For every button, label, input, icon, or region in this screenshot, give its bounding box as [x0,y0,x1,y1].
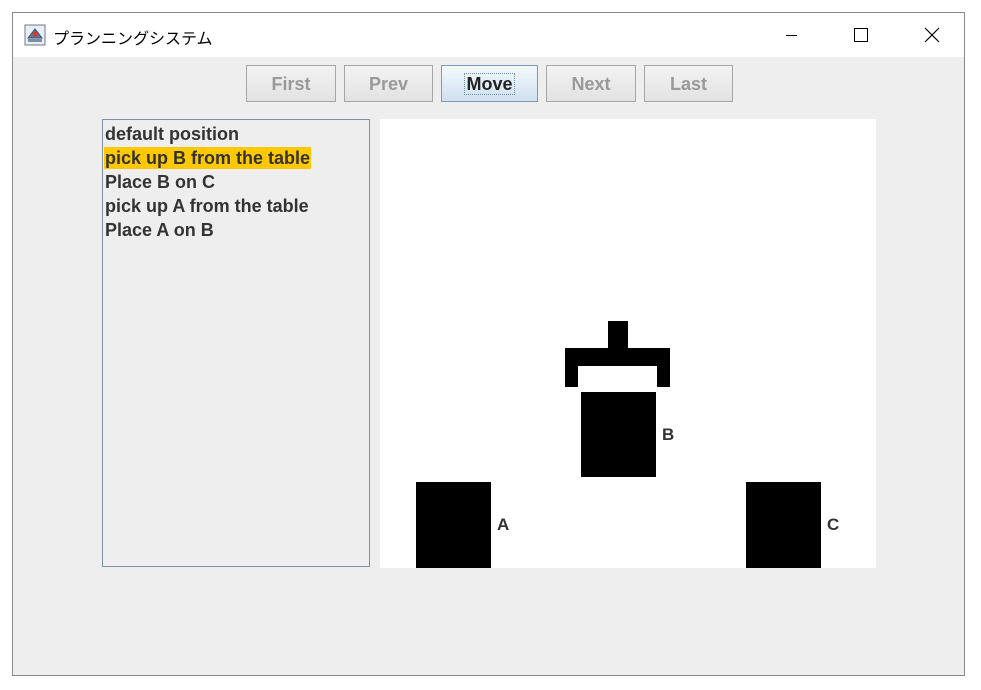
block-c [746,482,821,568]
move-button[interactable]: Move [441,65,538,102]
block-c-label: C [827,515,840,534]
minimize-button[interactable] [768,13,814,57]
gripper-left-finger [565,365,578,387]
block-b-label: B [662,425,675,444]
gripper-right-finger [657,365,670,387]
gripper-arm [608,321,628,349]
move-button-label: Move [464,73,515,95]
block-a [416,482,491,568]
list-item-default-position[interactable]: default position [104,123,240,145]
last-button[interactable]: Last [644,65,733,102]
minimize-icon [786,35,797,36]
close-icon [924,27,940,43]
app-window: プランニングシステム First Prev Move Next Last def… [12,12,965,676]
maximize-icon [854,28,868,42]
maximize-button[interactable] [836,13,882,57]
title-bar[interactable]: プランニングシステム [13,13,964,57]
window-title: プランニングシステム [53,29,213,48]
list-item-pick-up-a[interactable]: pick up A from the table [104,195,310,217]
block-a-label: A [497,515,510,534]
steps-list[interactable]: default position pick up B from the tabl… [102,119,370,567]
prev-button[interactable]: Prev [344,65,433,102]
scene-canvas: B A C [380,119,876,568]
first-button[interactable]: First [246,65,336,102]
list-item-pick-up-b[interactable]: pick up B from the table [104,147,312,169]
close-button[interactable] [908,13,954,57]
java-cup-icon[interactable] [24,24,46,46]
gripper-bar [565,348,670,366]
list-item-place-a-on-b[interactable]: Place A on B [104,219,215,241]
next-button[interactable]: Next [546,65,636,102]
block-b [581,392,656,477]
list-item-place-b-on-c[interactable]: Place B on C [104,171,216,193]
